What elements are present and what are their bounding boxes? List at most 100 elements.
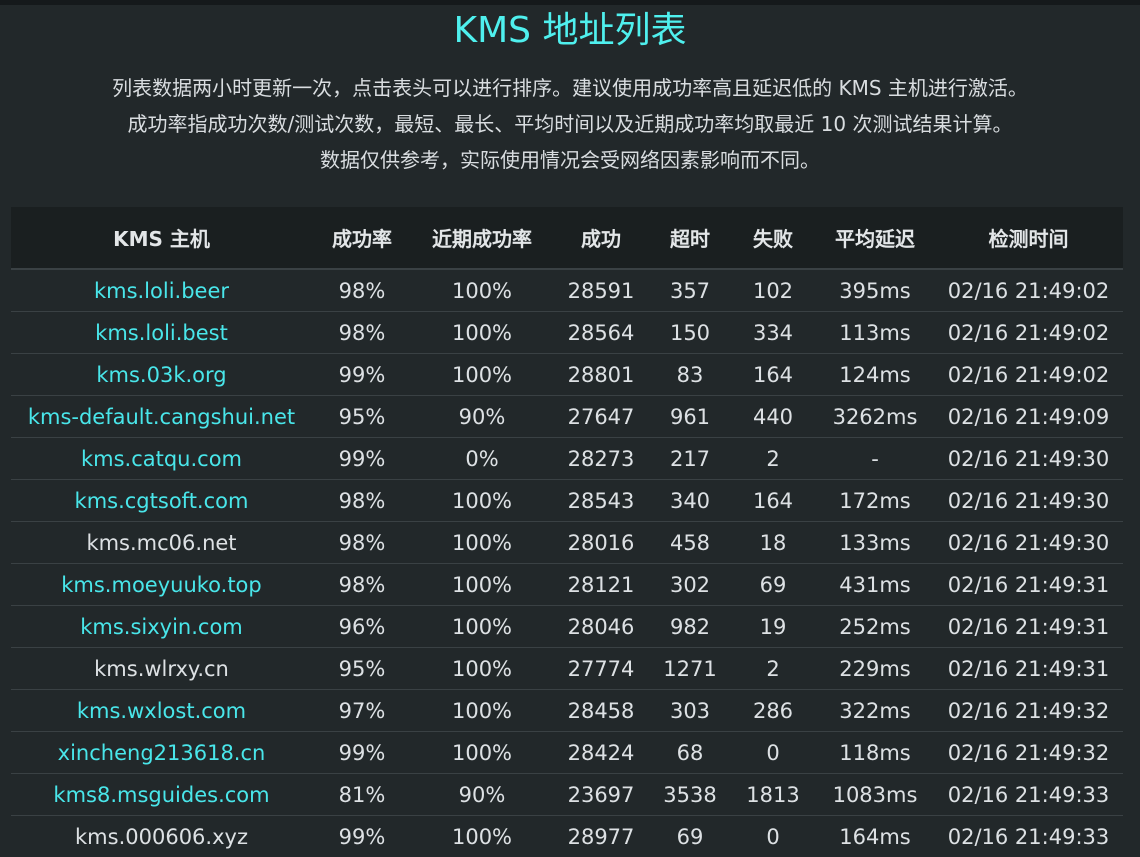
cell-recent-rate: 100%: [412, 522, 552, 564]
cell-host: kms.catqu.com: [11, 438, 312, 480]
cell-latency: 118ms: [816, 732, 934, 774]
header-timeout[interactable]: 超时: [650, 207, 730, 269]
table-row: kms.cgtsoft.com98%100%28543340164172ms02…: [11, 480, 1123, 522]
cell-fail: 286: [730, 690, 816, 732]
cell-success: 28016: [552, 522, 650, 564]
cell-host: kms.000606.xyz: [11, 816, 312, 857]
cell-success: 28458: [552, 690, 650, 732]
table-row: kms.wlrxy.cn95%100%2777412712229ms02/16 …: [11, 648, 1123, 690]
cell-host: kms-default.cangshui.net: [11, 396, 312, 438]
header-success[interactable]: 成功: [552, 207, 650, 269]
host-link[interactable]: kms.sixyin.com: [80, 615, 243, 639]
cell-success: 28273: [552, 438, 650, 480]
table-row: kms.moeyuuko.top98%100%2812130269431ms02…: [11, 564, 1123, 606]
host-link: kms.mc06.net: [86, 531, 236, 555]
cell-success-rate: 99%: [312, 354, 412, 396]
cell-success: 28977: [552, 816, 650, 857]
header-latency[interactable]: 平均延迟: [816, 207, 934, 269]
table-row: kms.loli.best98%100%28564150334113ms02/1…: [11, 312, 1123, 354]
cell-check-time: 02/16 21:49:30: [934, 522, 1123, 564]
cell-recent-rate: 100%: [412, 690, 552, 732]
table-row: kms.wxlost.com 97%100%28458303286322ms02/…: [11, 690, 1123, 732]
host-link[interactable]: kms8.msguides.com: [53, 783, 269, 807]
cell-success-rate: 99%: [312, 732, 412, 774]
cell-success: 28046: [552, 606, 650, 648]
cell-recent-rate: 100%: [412, 269, 552, 312]
host-link[interactable]: kms.cgtsoft.com: [75, 489, 249, 513]
cell-recent-rate: 100%: [412, 816, 552, 857]
header-check-time[interactable]: 检测时间: [934, 207, 1123, 269]
cell-recent-rate: 100%: [412, 564, 552, 606]
cell-check-time: 02/16 21:49:02: [934, 269, 1123, 312]
cell-latency: 124ms: [816, 354, 934, 396]
cell-success-rate: 98%: [312, 480, 412, 522]
cell-success: 23697: [552, 774, 650, 816]
cell-check-time: 02/16 21:49:31: [934, 648, 1123, 690]
cell-latency: -: [816, 438, 934, 480]
cell-success-rate: 99%: [312, 816, 412, 857]
table-row: kms.sixyin.com96%100%2804698219252ms02/1…: [11, 606, 1123, 648]
cell-host: kms.wlrxy.cn: [11, 648, 312, 690]
cell-fail: 1813: [730, 774, 816, 816]
table-row: kms.catqu.com99%0%282732172-02/16 21:49:…: [11, 438, 1123, 480]
cell-recent-rate: 100%: [412, 354, 552, 396]
cell-recent-rate: 0%: [412, 438, 552, 480]
cell-success-rate: 98%: [312, 312, 412, 354]
cell-success-rate: 98%: [312, 269, 412, 312]
cell-fail: 19: [730, 606, 816, 648]
cell-success-rate: 97%: [312, 690, 412, 732]
cell-timeout: 217: [650, 438, 730, 480]
cell-check-time: 02/16 21:49:31: [934, 564, 1123, 606]
cell-check-time: 02/16 21:49:32: [934, 690, 1123, 732]
cell-check-time: 02/16 21:49:30: [934, 438, 1123, 480]
cell-fail: 164: [730, 480, 816, 522]
cell-check-time: 02/16 21:49:31: [934, 606, 1123, 648]
header-success-rate[interactable]: 成功率: [312, 207, 412, 269]
table-row: kms8.msguides.com81%90%23697353818131083…: [11, 774, 1123, 816]
cell-latency: 1083ms: [816, 774, 934, 816]
cell-latency: 431ms: [816, 564, 934, 606]
cell-timeout: 302: [650, 564, 730, 606]
cell-recent-rate: 100%: [412, 312, 552, 354]
cell-fail: 334: [730, 312, 816, 354]
cell-recent-rate: 100%: [412, 480, 552, 522]
cell-timeout: 68: [650, 732, 730, 774]
cell-host: kms.mc06.net: [11, 522, 312, 564]
host-link: kms.wlrxy.cn: [94, 657, 229, 681]
cell-timeout: 303: [650, 690, 730, 732]
host-link[interactable]: kms.03k.org: [96, 363, 226, 387]
cell-success: 28543: [552, 480, 650, 522]
cell-timeout: 340: [650, 480, 730, 522]
cell-success-rate: 81%: [312, 774, 412, 816]
host-link[interactable]: kms.loli.beer: [94, 279, 229, 303]
header-host[interactable]: KMS 主机: [11, 207, 312, 269]
cell-recent-rate: 90%: [412, 774, 552, 816]
header-recent-rate[interactable]: 近期成功率: [412, 207, 552, 269]
cell-check-time: 02/16 21:49:30: [934, 480, 1123, 522]
cell-success-rate: 95%: [312, 648, 412, 690]
cell-host: kms.moeyuuko.top: [11, 564, 312, 606]
host-link[interactable]: kms.catqu.com: [81, 447, 242, 471]
header-fail[interactable]: 失败: [730, 207, 816, 269]
host-link[interactable]: kms-default.cangshui.net: [28, 405, 295, 429]
host-link[interactable]: kms.moeyuuko.top: [61, 573, 261, 597]
cell-timeout: 150: [650, 312, 730, 354]
table-row: kms.mc06.net98%100%2801645818133ms02/16 …: [11, 522, 1123, 564]
table-row: kms-default.cangshui.net95%90%2764796144…: [11, 396, 1123, 438]
host-link: kms.000606.xyz: [75, 825, 248, 849]
cell-check-time: 02/16 21:49:02: [934, 312, 1123, 354]
cell-success: 28424: [552, 732, 650, 774]
host-link[interactable]: xincheng213618.cn: [58, 741, 266, 765]
cell-success-rate: 95%: [312, 396, 412, 438]
cell-host: kms.loli.best: [11, 312, 312, 354]
cell-host: kms.cgtsoft.com: [11, 480, 312, 522]
cell-latency: 164ms: [816, 816, 934, 857]
host-link[interactable]: kms.wxlost.com: [77, 699, 246, 723]
host-link[interactable]: kms.loli.best: [95, 321, 228, 345]
cell-recent-rate: 100%: [412, 648, 552, 690]
cell-latency: 322ms: [816, 690, 934, 732]
kms-table: KMS 主机 成功率 近期成功率 成功 超时 失败 平均延迟 检测时间 kms.…: [11, 207, 1123, 857]
cell-success-rate: 99%: [312, 438, 412, 480]
cell-success: 27647: [552, 396, 650, 438]
cell-fail: 164: [730, 354, 816, 396]
